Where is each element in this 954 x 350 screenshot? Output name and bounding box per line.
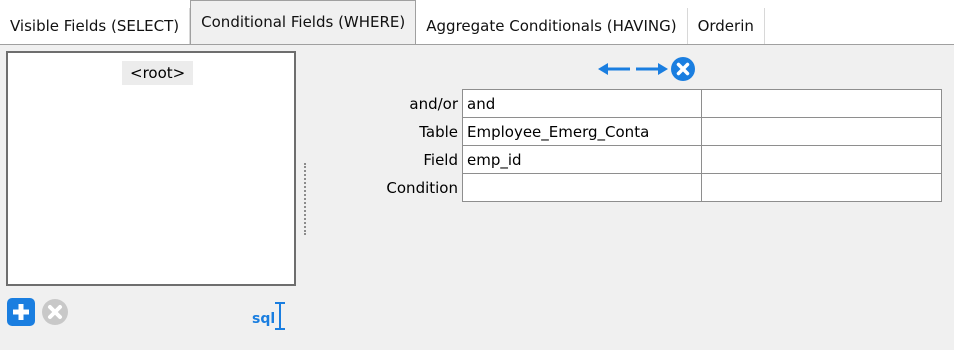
field-label: Field <box>423 150 458 169</box>
move-controls <box>598 57 696 85</box>
tree-root-node[interactable]: <root> <box>122 61 194 85</box>
condition-field[interactable] <box>462 173 702 202</box>
andor-field-extra[interactable] <box>701 89 942 118</box>
field-field[interactable]: emp_id <box>462 145 702 174</box>
condition-label: Condition <box>386 178 458 197</box>
tab-where[interactable]: Conditional Fields (WHERE) <box>190 0 417 44</box>
tab-bar: Visible Fields (SELECT) Conditional Fiel… <box>0 0 954 45</box>
condition-tree[interactable]: <root> <box>6 51 296 286</box>
field-field-extra[interactable] <box>701 145 942 174</box>
form-row-field: Field emp_id <box>372 145 942 174</box>
sql-label: sql <box>252 311 275 327</box>
tab-select[interactable]: Visible Fields (SELECT) <box>0 8 191 44</box>
sql-cursor-icon: sql <box>252 302 285 330</box>
table-field[interactable]: Employee_Emerg_Conta <box>462 117 702 146</box>
condition-form: and/or and Table Employee_Emerg_Conta Fi… <box>372 89 942 202</box>
remove-icon[interactable] <box>40 297 70 331</box>
where-panel: <root> and/or and Table Employee_Emerg_C… <box>0 45 954 350</box>
add-icon[interactable] <box>6 297 36 331</box>
arrow-left-icon[interactable] <box>598 61 632 81</box>
form-row-andor: and/or and <box>372 89 942 118</box>
andor-field[interactable]: and <box>462 89 702 118</box>
andor-label: and/or <box>409 94 458 113</box>
condition-field-extra[interactable] <box>701 173 942 202</box>
arrow-right-icon[interactable] <box>634 61 668 81</box>
tree-actions <box>6 297 70 331</box>
tab-ordering[interactable]: Orderin <box>688 8 765 44</box>
close-circle-icon[interactable] <box>670 56 696 86</box>
splitter-handle[interactable] <box>304 163 308 235</box>
sql-view-button[interactable]: sql <box>252 295 288 335</box>
table-field-extra[interactable] <box>701 117 942 146</box>
table-label: Table <box>419 122 458 141</box>
form-row-table: Table Employee_Emerg_Conta <box>372 117 942 146</box>
form-row-condition: Condition <box>372 173 942 202</box>
tab-having[interactable]: Aggregate Conditionals (HAVING) <box>416 8 688 44</box>
